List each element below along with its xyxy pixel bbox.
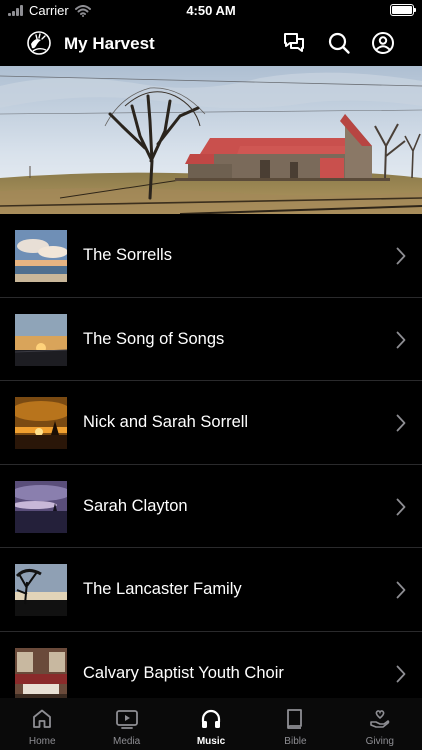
nav-bar: My Harvest <box>0 22 422 66</box>
beach-clouds-image <box>15 230 67 282</box>
hero-banner-image <box>0 66 422 214</box>
status-time: 4:50 AM <box>186 3 236 18</box>
music-list: The Sorrells The Song of Songs Nick and … <box>0 214 422 698</box>
battery-fill <box>392 6 412 14</box>
giving-icon <box>370 710 390 728</box>
tree-silhouette-image <box>15 564 67 616</box>
bible-icon <box>287 709 303 729</box>
search-icon[interactable] <box>327 31 351 55</box>
tab-home[interactable]: Home <box>0 698 84 750</box>
tab-label: Home <box>28 736 56 747</box>
chevron-right-icon <box>396 331 406 348</box>
tab-bar: Home Media Music Bible Giving <box>0 698 422 750</box>
list-item[interactable]: The Song of Songs <box>0 298 422 381</box>
purple-dusk-image <box>15 480 67 533</box>
item-thumbnail <box>15 397 67 449</box>
item-thumbnail <box>15 564 67 616</box>
item-title: Nick and Sarah Sorrell <box>83 413 249 431</box>
tab-bible[interactable]: Bible <box>253 698 337 750</box>
status-bar: Carrier 4:50 AM <box>0 0 422 22</box>
orange-sunset-image <box>15 397 67 449</box>
tab-label: Bible <box>284 736 307 747</box>
item-title: The Lancaster Family <box>83 580 242 598</box>
list-item[interactable]: Nick and Sarah Sorrell <box>0 381 422 465</box>
media-icon <box>115 710 138 729</box>
list-item[interactable]: Calvary Baptist Youth Choir <box>0 632 422 698</box>
tab-label: Giving <box>365 736 394 747</box>
item-thumbnail <box>15 480 67 533</box>
headphones-icon <box>201 709 221 728</box>
item-thumbnail <box>15 313 67 366</box>
item-thumbnail <box>15 230 67 282</box>
sunset-horizon-image <box>15 313 67 366</box>
barn-landscape-image <box>0 66 422 214</box>
item-title: The Sorrells <box>83 246 172 264</box>
chevron-right-icon <box>396 414 406 432</box>
item-title: The Song of Songs <box>83 329 225 348</box>
page-title: My Harvest <box>64 34 155 53</box>
chat-icon[interactable] <box>282 31 306 55</box>
chevron-right-icon <box>396 247 406 265</box>
list-item[interactable]: Sarah Clayton <box>0 465 422 548</box>
tab-label: Music <box>196 736 226 747</box>
list-item[interactable]: The Sorrells <box>0 214 422 298</box>
tab-giving[interactable]: Giving <box>338 698 422 750</box>
home-icon <box>33 709 52 728</box>
chevron-right-icon <box>396 581 406 599</box>
chevron-right-icon <box>396 665 406 682</box>
item-thumbnail <box>15 647 67 698</box>
chevron-right-icon <box>396 498 406 515</box>
profile-icon[interactable] <box>371 31 395 55</box>
battery-icon <box>390 4 416 16</box>
church-interior-image <box>15 647 67 698</box>
app-logo-icon[interactable] <box>27 31 51 55</box>
tab-label: Media <box>112 736 141 747</box>
tab-music[interactable]: Music <box>169 698 253 750</box>
item-title: Sarah Clayton <box>83 496 188 515</box>
tab-media[interactable]: Media <box>84 698 168 750</box>
list-item[interactable]: The Lancaster Family <box>0 548 422 632</box>
item-title: Calvary Baptist Youth Choir <box>83 663 284 682</box>
